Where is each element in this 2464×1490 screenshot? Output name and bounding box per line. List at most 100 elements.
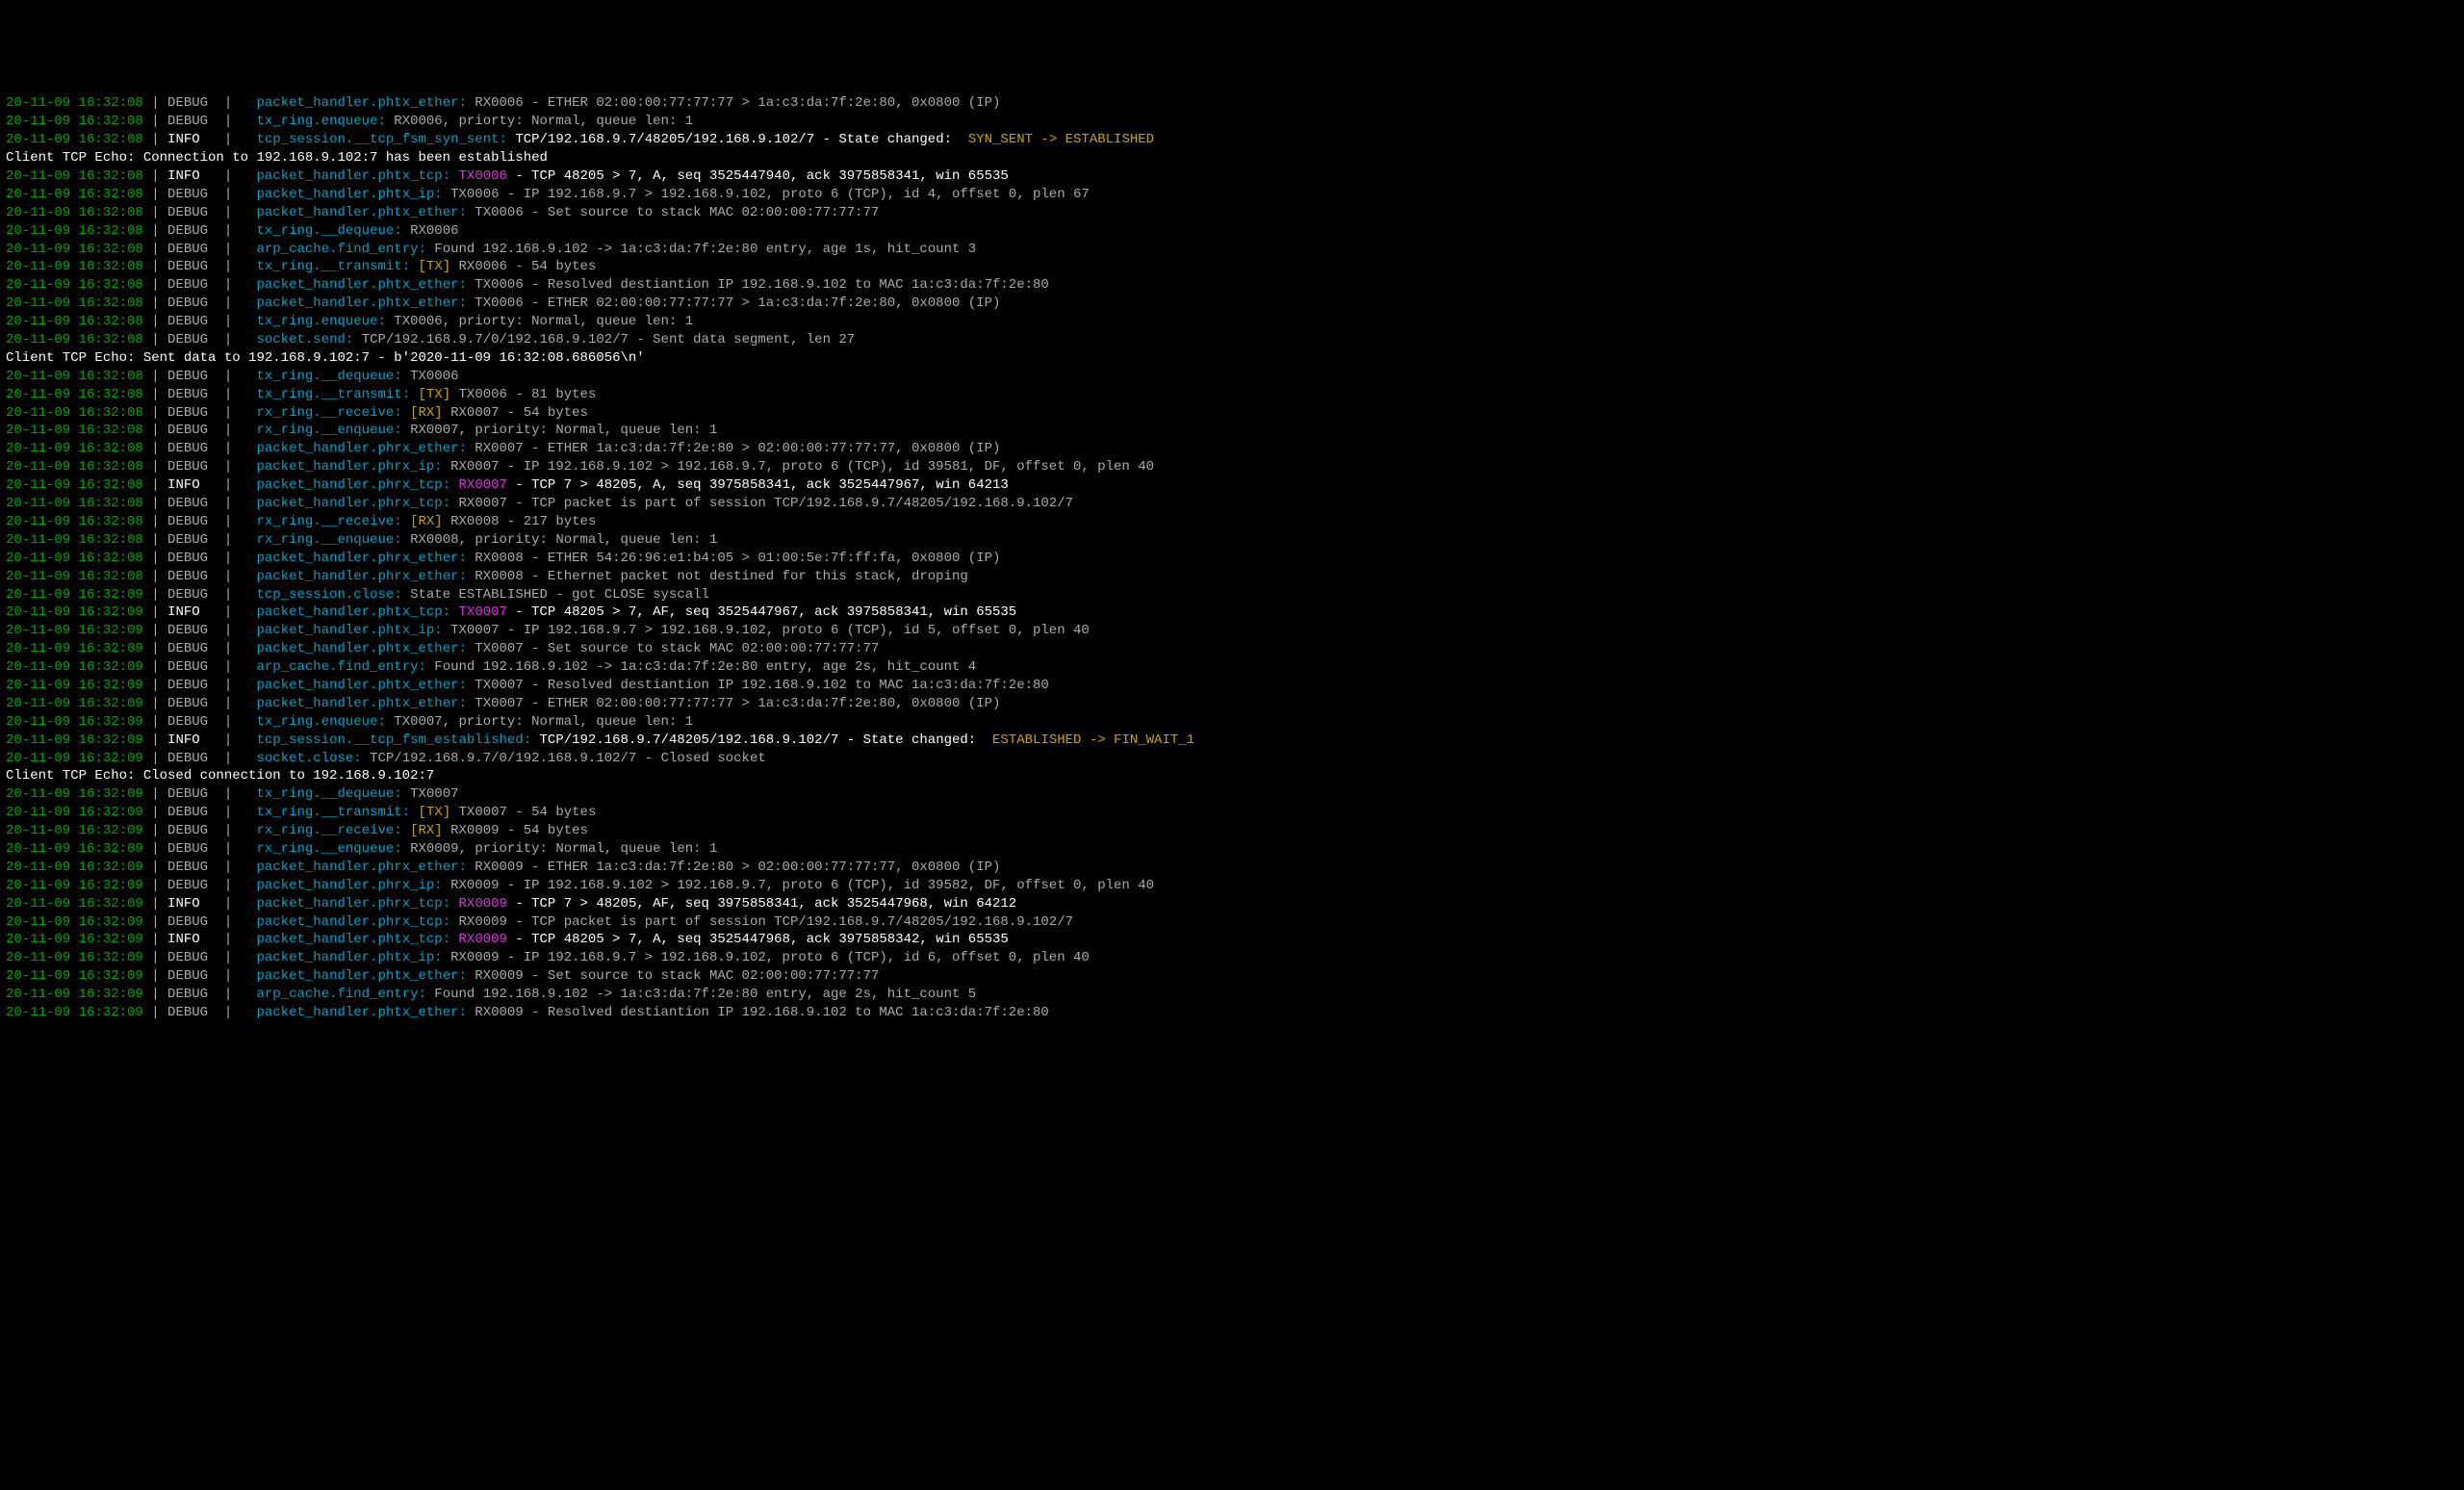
log-segment: RX0007 - IP 192.168.9.102 > 192.168.9.7,… (443, 459, 1154, 475)
module-path: arp_cache.find_entry: (256, 659, 425, 675)
log-level: DEBUG (167, 551, 224, 566)
log-level: DEBUG (167, 242, 224, 257)
log-level: DEBUG (167, 860, 224, 875)
log-level: INFO (167, 168, 224, 184)
separator: | (224, 987, 257, 1002)
separator: | (143, 369, 167, 384)
module-path: packet_handler.phrx_ether: (256, 569, 466, 584)
log-line: 20-11-09 16:32:09 | DEBUG | packet_handl… (6, 859, 2458, 877)
separator: | (224, 532, 257, 548)
log-level: DEBUG (167, 405, 224, 421)
timestamp: 20-11-09 16:32:08 (6, 242, 143, 257)
timestamp: 20-11-09 16:32:08 (6, 532, 143, 548)
log-level: DEBUG (167, 805, 224, 820)
log-segment: RX0009 - Set source to stack MAC 02:00:0… (467, 968, 879, 984)
log-line: 20-11-09 16:32:08 | DEBUG | tx_ring.enqu… (6, 313, 2458, 331)
separator: | (143, 950, 167, 965)
log-segment: [TX] (410, 387, 450, 402)
log-level: DEBUG (167, 332, 224, 347)
log-level: DEBUG (167, 786, 224, 802)
separator: | (143, 860, 167, 875)
log-segment: RX0008 - Ethernet packet not destined fo… (467, 569, 968, 584)
log-segment: RX0009 - IP 192.168.9.102 > 192.168.9.7,… (443, 878, 1154, 893)
log-line: 20-11-09 16:32:08 | DEBUG | socket.send:… (6, 331, 2458, 349)
echo-line: Client TCP Echo: Sent data to 192.168.9.… (6, 350, 645, 366)
separator: | (224, 441, 257, 456)
terminal-output[interactable]: 20-11-09 16:32:08 | DEBUG | packet_handl… (0, 90, 2464, 1025)
separator: | (224, 950, 257, 965)
module-path: packet_handler.phtx_ether: (256, 968, 466, 984)
timestamp: 20-11-09 16:32:08 (6, 332, 143, 347)
timestamp: 20-11-09 16:32:09 (6, 841, 143, 857)
module-path: tx_ring.__dequeue: (256, 369, 401, 384)
log-level: DEBUG (167, 205, 224, 220)
separator: | (143, 514, 167, 529)
timestamp: 20-11-09 16:32:08 (6, 187, 143, 202)
log-level: DEBUG (167, 714, 224, 730)
timestamp: 20-11-09 16:32:08 (6, 259, 143, 274)
log-level: DEBUG (167, 423, 224, 438)
log-segment: ESTABLISHED -> FIN_WAIT_1 (992, 732, 1194, 748)
log-level: DEBUG (167, 878, 224, 893)
separator: | (224, 95, 257, 111)
log-level: DEBUG (167, 514, 224, 529)
log-level: DEBUG (167, 987, 224, 1002)
log-level: DEBUG (167, 914, 224, 930)
log-segment: Found 192.168.9.102 -> 1a:c3:da:7f:2e:80… (426, 242, 976, 257)
separator: | (224, 896, 257, 912)
log-line: 20-11-09 16:32:08 | DEBUG | packet_handl… (6, 458, 2458, 476)
separator: | (224, 314, 257, 329)
timestamp: 20-11-09 16:32:08 (6, 314, 143, 329)
log-line: 20-11-09 16:32:08 | DEBUG | packet_handl… (6, 186, 2458, 204)
separator: | (224, 277, 257, 293)
timestamp: 20-11-09 16:32:09 (6, 968, 143, 984)
separator: | (224, 423, 257, 438)
separator: | (224, 1005, 257, 1020)
log-line: 20-11-09 16:32:08 | DEBUG | packet_handl… (6, 550, 2458, 568)
separator: | (224, 878, 257, 893)
separator: | (143, 968, 167, 984)
log-line: 20-11-09 16:32:09 | DEBUG | packet_handl… (6, 622, 2458, 640)
separator: | (224, 387, 257, 402)
separator: | (143, 551, 167, 566)
module-path: tx_ring.__dequeue: (256, 786, 401, 802)
module-path: tx_ring.enqueue: (256, 114, 385, 129)
module-path: tcp_session.close: (256, 587, 401, 603)
timestamp: 20-11-09 16:32:08 (6, 295, 143, 311)
separator: | (224, 587, 257, 603)
module-path: arp_cache.find_entry: (256, 987, 425, 1002)
separator: | (143, 259, 167, 274)
timestamp: 20-11-09 16:32:09 (6, 950, 143, 965)
log-segment: RX0009 - ETHER 1a:c3:da:7f:2e:80 > 02:00… (467, 860, 1001, 875)
module-path: packet_handler.phrx_tcp: (256, 477, 450, 493)
module-path: rx_ring.__receive: (256, 823, 401, 838)
separator: | (143, 477, 167, 493)
log-level: DEBUG (167, 823, 224, 838)
separator: | (224, 823, 257, 838)
echo-line: Client TCP Echo: Closed connection to 19… (6, 768, 434, 784)
separator: | (143, 187, 167, 202)
log-segment: - TCP 48205 > 7, A, seq 3525447940, ack … (507, 168, 1009, 184)
log-level: DEBUG (167, 678, 224, 693)
timestamp: 20-11-09 16:32:09 (6, 587, 143, 603)
log-line: 20-11-09 16:32:08 | DEBUG | rx_ring.__re… (6, 404, 2458, 423)
separator: | (224, 295, 257, 311)
log-line: 20-11-09 16:32:09 | DEBUG | rx_ring.__en… (6, 840, 2458, 859)
log-segment: SYN_SENT -> ESTABLISHED (968, 132, 1154, 147)
module-path: packet_handler.phrx_ether: (256, 860, 466, 875)
log-level: INFO (167, 932, 224, 947)
timestamp: 20-11-09 16:32:08 (6, 387, 143, 402)
log-segment: TX0007 - Set source to stack MAC 02:00:0… (467, 641, 879, 656)
log-segment: TX0006 - Set source to stack MAC 02:00:0… (467, 205, 879, 220)
log-line: 20-11-09 16:32:08 | DEBUG | tx_ring.__de… (6, 222, 2458, 241)
log-segment: RX0006 - 54 bytes (450, 259, 596, 274)
separator: | (224, 551, 257, 566)
timestamp: 20-11-09 16:32:09 (6, 696, 143, 711)
separator: | (224, 696, 257, 711)
log-segment: RX0009 - TCP packet is part of session T… (450, 914, 1073, 930)
timestamp: 20-11-09 16:32:09 (6, 623, 143, 638)
module-path: rx_ring.__enqueue: (256, 841, 401, 857)
log-level: DEBUG (167, 659, 224, 675)
log-line: 20-11-09 16:32:08 | DEBUG | packet_handl… (6, 295, 2458, 313)
log-segment: [RX] (402, 405, 443, 421)
